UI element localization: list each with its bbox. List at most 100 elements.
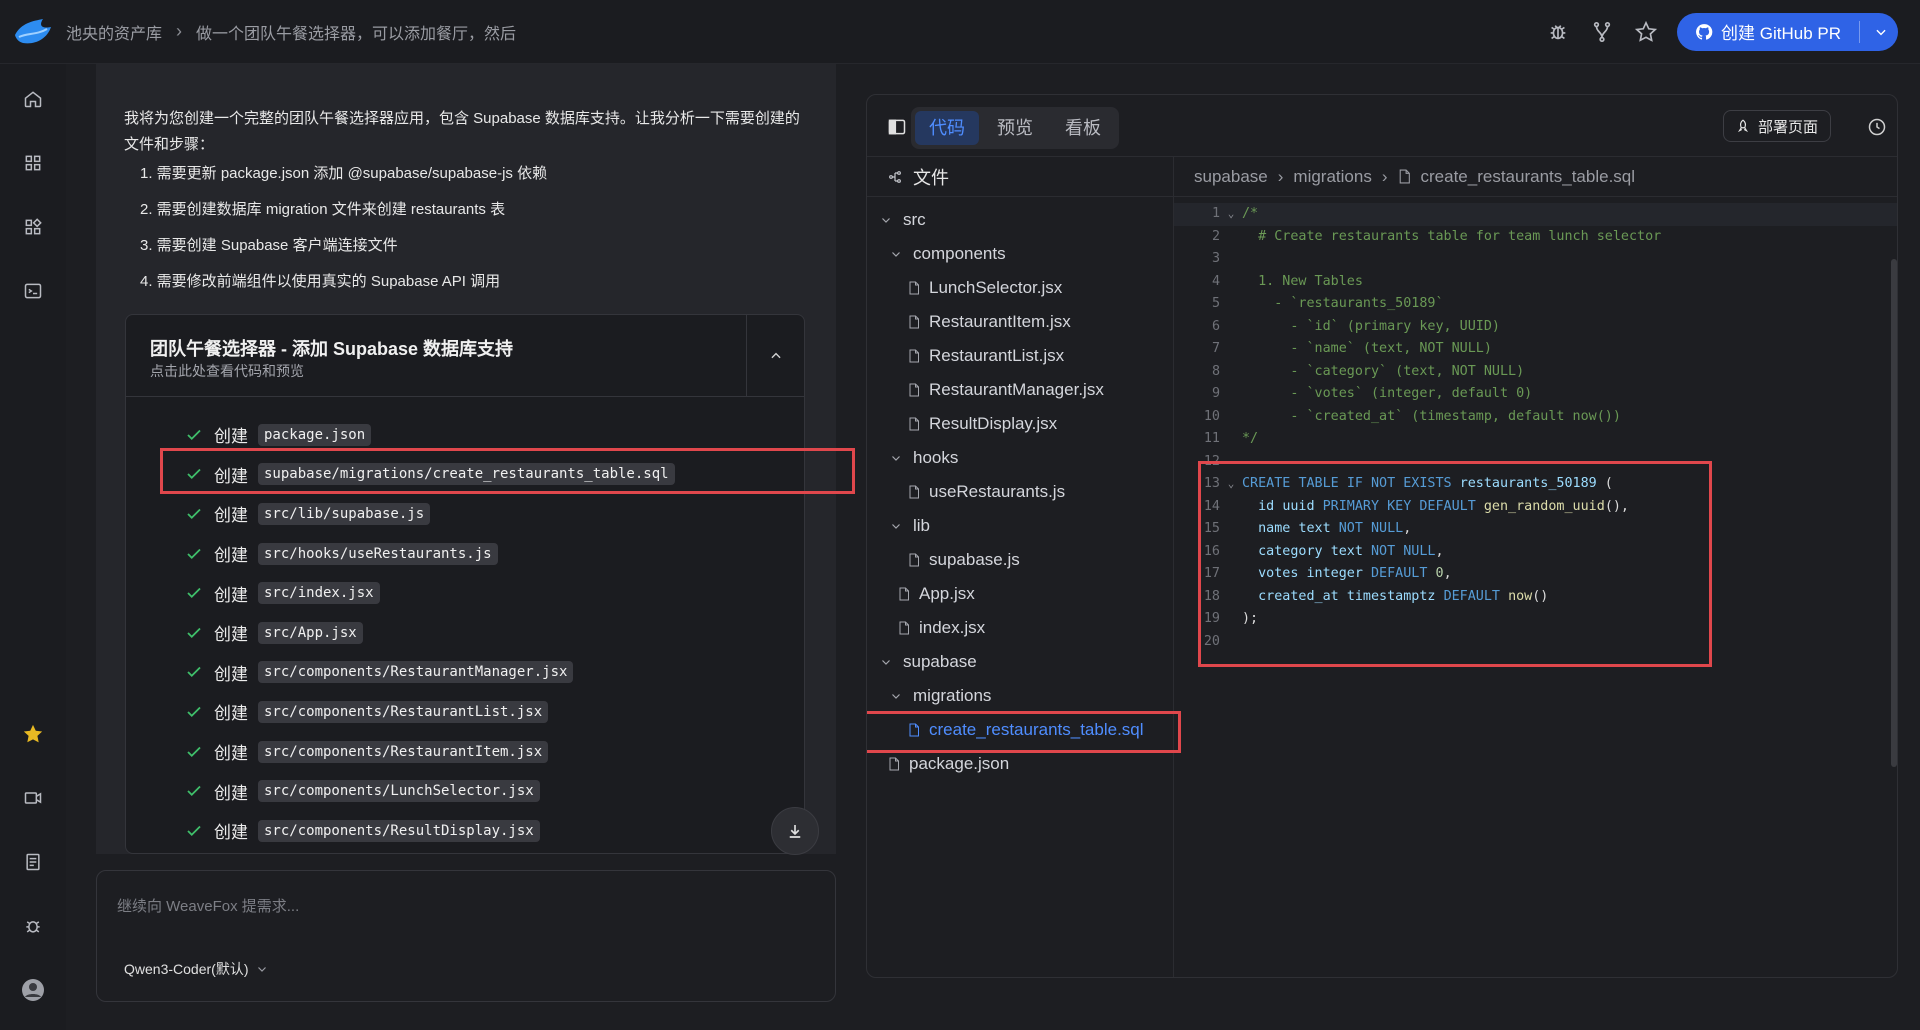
user-icon[interactable] bbox=[21, 978, 45, 1002]
artifact-card-header[interactable]: 团队午餐选择器 - 添加 Supabase 数据库支持 点击此处查看代码和预览 bbox=[126, 315, 804, 397]
tree-file[interactable]: supabase.js bbox=[867, 543, 1174, 577]
tree-file[interactable]: LunchSelector.jsx bbox=[867, 271, 1174, 305]
tree-file[interactable]: package.json bbox=[867, 747, 1174, 781]
tree-file[interactable]: RestaurantList.jsx bbox=[867, 339, 1174, 373]
tree-folder[interactable]: hooks bbox=[867, 441, 1174, 475]
weavefox-logo[interactable] bbox=[0, 0, 66, 64]
code-line[interactable]: 4 1. New Tables bbox=[1174, 271, 1897, 294]
model-selector[interactable]: Qwen3-Coder(默认) bbox=[124, 959, 268, 979]
apps-icon[interactable] bbox=[21, 215, 45, 239]
code-line[interactable]: 8 - `category` (text, NOT NULL) bbox=[1174, 361, 1897, 384]
tab-preview[interactable]: 预览 bbox=[983, 111, 1047, 145]
chevron-down-icon[interactable] bbox=[889, 690, 903, 702]
tree-file[interactable]: RestaurantManager.jsx bbox=[867, 373, 1174, 407]
code-line[interactable]: 10 - `created_at` (timestamp, default no… bbox=[1174, 406, 1897, 429]
chevron-down-icon[interactable] bbox=[879, 656, 893, 668]
file-path-chip[interactable]: src/components/LunchSelector.jsx bbox=[258, 780, 540, 803]
breadcrumb-project[interactable]: 做一个团队午餐选择器，可以添加餐厅，然后 bbox=[196, 20, 516, 44]
created-file-row[interactable]: 创建 src/hooks/useRestaurants.js bbox=[184, 534, 675, 574]
code-scrollbar[interactable] bbox=[1891, 259, 1897, 767]
file-path-chip[interactable]: src/lib/supabase.js bbox=[258, 502, 431, 525]
tree-file[interactable]: index.jsx bbox=[867, 611, 1174, 645]
composer[interactable]: 继续向 WeaveFox 提需求... Qwen3-Coder(默认) bbox=[96, 870, 836, 1002]
created-file-row[interactable]: 创建 src/components/ResultDisplay.jsx bbox=[184, 811, 675, 851]
action-verb: 创建 bbox=[214, 427, 248, 447]
fork-icon[interactable] bbox=[1589, 19, 1615, 45]
history-icon[interactable] bbox=[1867, 117, 1887, 142]
create-github-pr-button[interactable]: 创建 GitHub PR bbox=[1677, 12, 1898, 51]
toggle-sidebar-icon[interactable] bbox=[887, 117, 907, 142]
file-path-chip[interactable]: src/App.jsx bbox=[258, 621, 363, 644]
breadcrumb-library[interactable]: 池央的资产库 bbox=[66, 20, 162, 44]
video-icon[interactable] bbox=[21, 786, 45, 810]
tree-file[interactable]: create_restaurants_table.sql bbox=[867, 711, 1181, 753]
tree-folder[interactable]: migrations bbox=[867, 679, 1174, 713]
code-text: */ bbox=[1242, 431, 1259, 446]
bug-sidebar-icon[interactable] bbox=[21, 914, 45, 938]
path-segment[interactable]: create_restaurants_table.sql bbox=[1421, 167, 1636, 187]
chevron-right-icon: › bbox=[1381, 166, 1388, 186]
collapse-button[interactable] bbox=[746, 315, 804, 397]
chevron-down-icon[interactable] bbox=[889, 248, 903, 260]
star-icon[interactable] bbox=[21, 722, 45, 746]
tree-folder[interactable]: components bbox=[867, 237, 1174, 271]
doc-icon[interactable] bbox=[21, 850, 45, 874]
fold-chevron-icon[interactable]: ⌄ bbox=[1220, 203, 1242, 226]
created-file-row[interactable]: 创建 src/index.jsx bbox=[184, 573, 675, 613]
code-text: # Create restaurants table for team lunc… bbox=[1242, 228, 1662, 244]
tree-file[interactable]: RestaurantItem.jsx bbox=[867, 305, 1174, 339]
code-line[interactable]: 2 # Create restaurants table for team lu… bbox=[1174, 226, 1897, 249]
tree-folder[interactable]: src bbox=[867, 203, 1174, 237]
star-outline-icon[interactable] bbox=[1633, 19, 1659, 45]
path-segment[interactable]: supabase bbox=[1194, 167, 1268, 187]
tab-code[interactable]: 代码 bbox=[915, 111, 979, 145]
created-file-row[interactable]: 创建 src/components/RestaurantItem.jsx bbox=[184, 732, 675, 772]
file-path-chip[interactable]: src/hooks/useRestaurants.js bbox=[258, 542, 498, 565]
file-tree: 文件 src components LunchSelector.jsx Restaur… bbox=[867, 157, 1181, 977]
created-file-row[interactable]: 创建 src/components/RestaurantList.jsx bbox=[184, 692, 675, 732]
chevron-down-icon[interactable] bbox=[889, 452, 903, 464]
tree-folder[interactable]: supabase bbox=[867, 645, 1174, 679]
file-path-chip[interactable]: src/index.jsx bbox=[258, 582, 380, 605]
chevron-down-icon[interactable] bbox=[879, 214, 893, 226]
tab-board[interactable]: 看板 bbox=[1051, 111, 1115, 145]
artifact-card[interactable]: 团队午餐选择器 - 添加 Supabase 数据库支持 点击此处查看代码和预览 … bbox=[125, 314, 805, 854]
line-number: 6 bbox=[1211, 318, 1220, 334]
created-file-row[interactable]: 创建 src/components/LunchSelector.jsx bbox=[184, 771, 675, 811]
tree-file[interactable]: App.jsx bbox=[867, 577, 1174, 611]
terminal-icon[interactable] bbox=[21, 279, 45, 303]
code-line[interactable]: 5 - `restaurants_50189` bbox=[1174, 293, 1897, 316]
bug-icon[interactable] bbox=[1545, 19, 1571, 45]
chevron-down-icon[interactable] bbox=[1874, 25, 1888, 39]
created-file-row[interactable]: 创建 src/components/RestaurantManager.jsx bbox=[184, 653, 675, 693]
file-icon bbox=[907, 383, 921, 397]
tree-file[interactable]: useRestaurants.js bbox=[867, 475, 1174, 509]
tree-item-label: RestaurantManager.jsx bbox=[929, 380, 1104, 399]
code-line[interactable]: 3 bbox=[1174, 248, 1897, 271]
grid-icon[interactable] bbox=[21, 151, 45, 175]
file-path-chip[interactable]: src/components/RestaurantManager.jsx bbox=[258, 661, 574, 684]
file-tree-header: 文件 bbox=[867, 157, 1173, 197]
prompt-input[interactable]: 继续向 WeaveFox 提需求... bbox=[117, 895, 299, 916]
deploy-page-button[interactable]: 部署页面 bbox=[1723, 110, 1832, 142]
code-line[interactable]: 9 - `votes` (integer, default 0) bbox=[1174, 383, 1897, 406]
path-segment[interactable]: migrations bbox=[1293, 167, 1371, 187]
code-line[interactable]: 7 - `name` (text, NOT NULL) bbox=[1174, 338, 1897, 361]
code-line[interactable]: 1 ⌄/* bbox=[1174, 203, 1897, 226]
file-path-chip[interactable]: src/components/RestaurantItem.jsx bbox=[258, 740, 549, 763]
code-line[interactable]: 6 - `id` (primary key, UUID) bbox=[1174, 316, 1897, 339]
home-icon[interactable] bbox=[21, 87, 45, 111]
code-text: - `restaurants_50189` bbox=[1242, 296, 1444, 311]
chevron-down-icon[interactable] bbox=[889, 520, 903, 532]
created-file-row[interactable]: 创建 src/App.jsx bbox=[184, 613, 675, 653]
file-path-chip[interactable]: package.json bbox=[258, 423, 372, 446]
scroll-to-bottom-button[interactable] bbox=[771, 807, 819, 855]
tree-file[interactable]: ResultDisplay.jsx bbox=[867, 407, 1174, 441]
file-path-chip[interactable]: src/components/ResultDisplay.jsx bbox=[258, 819, 540, 842]
file-icon bbox=[907, 281, 921, 295]
file-path-chip[interactable]: src/components/RestaurantList.jsx bbox=[258, 700, 549, 723]
tree-folder[interactable]: lib bbox=[867, 509, 1174, 543]
created-file-row[interactable]: 创建 src/lib/supabase.js bbox=[184, 494, 675, 534]
code-line[interactable]: 11 */ bbox=[1174, 428, 1897, 451]
check-icon bbox=[184, 702, 204, 722]
